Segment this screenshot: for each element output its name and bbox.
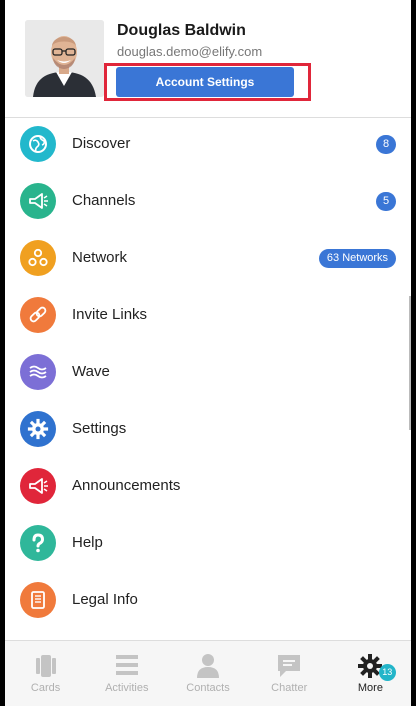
document-icon	[20, 582, 56, 618]
menu-label: Help	[72, 534, 103, 551]
menu-item-discover[interactable]: Discover 8	[5, 118, 411, 175]
menu-label: Discover	[72, 135, 131, 152]
network-icon	[20, 240, 56, 276]
menu-label: Invite Links	[72, 306, 148, 323]
tab-chatter[interactable]: Chatter	[249, 641, 330, 706]
tab-contacts[interactable]: Contacts	[167, 641, 248, 706]
tab-activities[interactable]: Activities	[86, 641, 167, 706]
menu-label: Channels	[72, 192, 136, 209]
gear-icon	[20, 411, 56, 447]
tab-more[interactable]: 13 More	[330, 641, 411, 706]
user-name: Douglas Baldwin	[117, 22, 246, 39]
link-icon	[20, 297, 56, 333]
menu-item-help[interactable]: Help	[5, 517, 411, 574]
chatter-icon	[276, 653, 302, 684]
menu-label: Legal Info	[72, 591, 138, 608]
menu-item-network[interactable]: Network 63 Networks	[5, 232, 411, 289]
menu-item-settings[interactable]: Settings	[5, 403, 411, 460]
tab-label: Activities	[105, 682, 149, 694]
scrollbar[interactable]	[409, 296, 411, 430]
menu-item-announcements[interactable]: Announcements	[5, 460, 411, 517]
count-badge: 8	[376, 135, 396, 154]
menu-item-legal-info[interactable]: Legal Info	[5, 574, 411, 631]
count-badge: 63 Networks	[319, 249, 396, 268]
menu-item-wave[interactable]: Wave	[5, 346, 411, 403]
megaphone-icon	[20, 183, 56, 219]
contacts-icon	[196, 653, 220, 684]
bottom-tab-bar: Cards Activities Contacts Chatter 13 Mor…	[5, 640, 411, 706]
menu-label: Announcements	[72, 477, 181, 494]
cards-icon	[34, 653, 58, 684]
account-settings-button[interactable]: Account Settings	[116, 67, 294, 97]
menu-label: Settings	[72, 420, 127, 437]
menu-label: Network	[72, 249, 128, 266]
notification-badge: 13	[378, 664, 396, 681]
count-badge: 5	[376, 192, 396, 211]
profile-header: Douglas Baldwin douglas.demo@elify.com A…	[5, 0, 411, 118]
wave-icon	[20, 354, 56, 390]
app-screen: Douglas Baldwin douglas.demo@elify.com A…	[5, 0, 411, 706]
globe-icon	[20, 126, 56, 162]
avatar[interactable]	[25, 20, 104, 97]
menu-label: Wave	[72, 363, 110, 380]
menu-item-channels[interactable]: Channels 5	[5, 175, 411, 232]
activities-icon	[114, 653, 140, 682]
tab-label: Contacts	[186, 682, 230, 694]
user-email: douglas.demo@elify.com	[117, 44, 263, 59]
tab-label: Cards	[30, 682, 61, 694]
question-icon	[20, 525, 56, 561]
tab-label: More	[357, 682, 383, 694]
bullhorn-icon	[20, 468, 56, 504]
tab-label: Chatter	[271, 682, 308, 694]
menu-item-invite-links[interactable]: Invite Links	[5, 289, 411, 346]
tab-cards[interactable]: Cards	[5, 641, 86, 706]
menu-list: Discover 8 Channels 5 Network 63 Network…	[5, 118, 411, 631]
